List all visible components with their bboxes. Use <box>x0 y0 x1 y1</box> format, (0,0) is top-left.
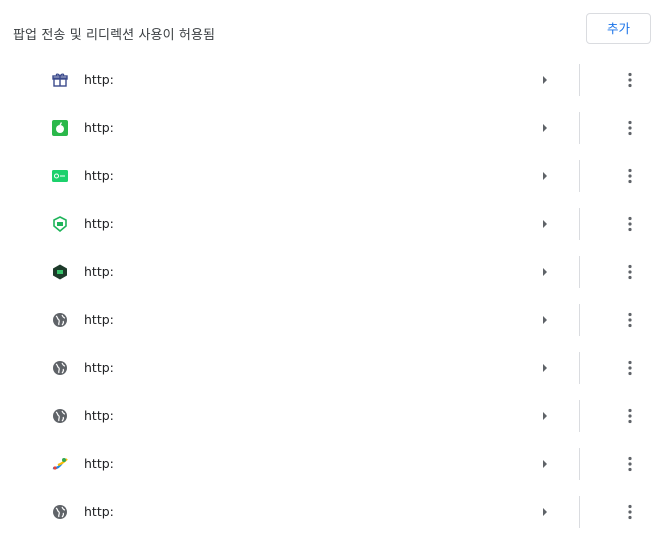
site-url: http: <box>84 456 114 471</box>
site-row[interactable]: http: <box>0 152 660 200</box>
site-url: http: <box>84 216 114 231</box>
add-button[interactable]: 추가 <box>586 13 651 44</box>
more-actions-icon[interactable] <box>619 500 641 524</box>
more-actions-icon[interactable] <box>619 164 641 188</box>
globe-icon <box>51 311 69 329</box>
expand-arrow-icon[interactable] <box>538 456 552 472</box>
site-row[interactable]: http: <box>0 56 660 104</box>
expand-arrow-icon[interactable] <box>538 216 552 232</box>
expand-arrow-icon[interactable] <box>538 120 552 136</box>
site-row[interactable]: http: <box>0 392 660 440</box>
site-url: http: <box>84 408 114 423</box>
divider <box>579 352 580 384</box>
more-actions-icon[interactable] <box>619 404 641 428</box>
divider <box>579 160 580 192</box>
site-row[interactable]: http: <box>0 488 660 536</box>
more-actions-icon[interactable] <box>619 308 641 332</box>
expand-arrow-icon[interactable] <box>538 312 552 328</box>
gift-box-icon <box>51 71 69 89</box>
more-actions-icon[interactable] <box>619 260 641 284</box>
green-ticket-logo-icon <box>51 167 69 185</box>
site-url: http: <box>84 264 114 279</box>
site-url: http: <box>84 72 114 87</box>
divider <box>579 400 580 432</box>
more-actions-icon[interactable] <box>619 212 641 236</box>
site-url: http: <box>84 360 114 375</box>
colorful-swoosh-logo-icon <box>51 455 69 473</box>
site-row[interactable]: http: <box>0 344 660 392</box>
section-header: 팝업 전송 및 리디렉션 사용이 허용됨 추가 <box>0 0 660 62</box>
more-actions-icon[interactable] <box>619 68 641 92</box>
globe-icon <box>51 359 69 377</box>
dark-hexagon-logo-icon <box>51 263 69 281</box>
expand-arrow-icon[interactable] <box>538 168 552 184</box>
globe-icon <box>51 503 69 521</box>
expand-arrow-icon[interactable] <box>538 264 552 280</box>
divider <box>579 304 580 336</box>
expand-arrow-icon[interactable] <box>538 408 552 424</box>
site-row[interactable]: http: <box>0 200 660 248</box>
site-row[interactable]: http: <box>0 248 660 296</box>
divider <box>579 496 580 528</box>
site-url: http: <box>84 504 114 519</box>
site-row[interactable]: http: <box>0 104 660 152</box>
site-url: http: <box>84 120 114 135</box>
divider <box>579 208 580 240</box>
green-apple-logo-icon <box>51 119 69 137</box>
divider <box>579 448 580 480</box>
expand-arrow-icon[interactable] <box>538 504 552 520</box>
more-actions-icon[interactable] <box>619 452 641 476</box>
divider <box>579 112 580 144</box>
globe-icon <box>51 407 69 425</box>
divider <box>579 256 580 288</box>
section-title: 팝업 전송 및 리디렉션 사용이 허용됨 <box>13 28 216 43</box>
site-url: http: <box>84 168 114 183</box>
site-row[interactable]: http: <box>0 440 660 488</box>
more-actions-icon[interactable] <box>619 116 641 140</box>
site-row[interactable]: http: <box>0 296 660 344</box>
expand-arrow-icon[interactable] <box>538 360 552 376</box>
green-shield-logo-icon <box>51 215 69 233</box>
expand-arrow-icon[interactable] <box>538 72 552 88</box>
more-actions-icon[interactable] <box>619 356 641 380</box>
site-list: http: http: http: http: http: http: http… <box>0 56 660 536</box>
divider <box>579 64 580 96</box>
site-url: http: <box>84 312 114 327</box>
